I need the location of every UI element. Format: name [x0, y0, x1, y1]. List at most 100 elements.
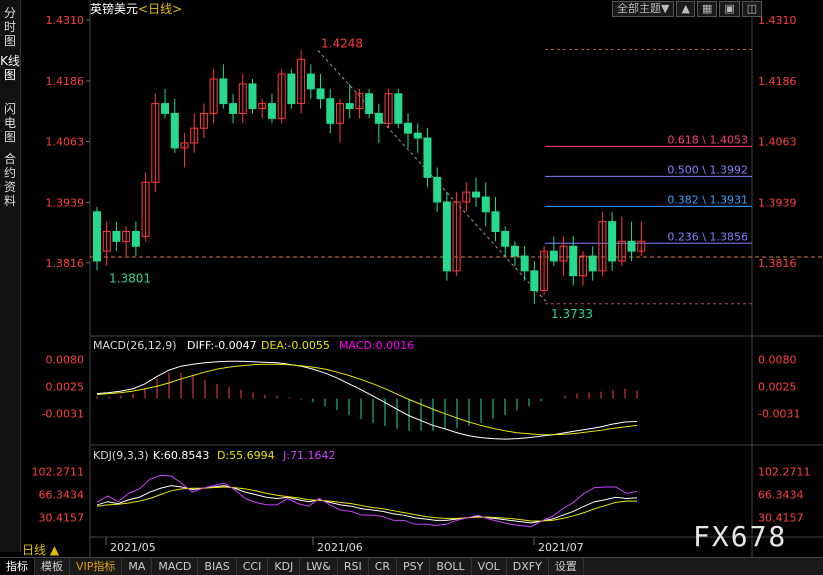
indicator-tab-11[interactable]: PSY [397, 558, 431, 575]
indicator-tab-10[interactable]: CR [369, 558, 398, 575]
high-label: 1.4248 [321, 36, 363, 50]
macd-dea-label: DEA:-0.0055 [261, 339, 330, 352]
candle-body [520, 255, 529, 272]
candle-body [569, 245, 578, 277]
window-icon[interactable]: ▣ [719, 1, 740, 17]
fib-label: 0.382 \ 1.3931 [667, 193, 748, 206]
macd-title: MACD(26,12,9) [93, 339, 177, 352]
date-tick: 2021/05 [110, 541, 156, 554]
kdj-d-line [96, 486, 637, 522]
candle-body [170, 112, 179, 149]
indicator-tab-3[interactable]: MA [122, 558, 153, 575]
candle-body [267, 103, 276, 119]
candle-body [248, 83, 257, 110]
candle-body [365, 93, 374, 114]
macd-tick-right: 0.0080 [758, 353, 797, 366]
period-name: <日线> [138, 2, 183, 16]
date-tick: 2021/07 [538, 541, 584, 554]
trend-line [317, 50, 549, 305]
price-tick-left: 1.4063 [46, 135, 85, 148]
price-tick-left: 1.3939 [46, 196, 85, 209]
kdj-tick-left: 102.2711 [32, 465, 85, 478]
indicator-tab-2[interactable]: VIP指标 [70, 558, 123, 575]
kdj-d-label: D:55.6994 [217, 449, 275, 462]
indicator-tab-8[interactable]: LW& [300, 558, 338, 575]
candle-body [374, 112, 383, 124]
fib-label: 0.500 \ 1.3992 [667, 163, 748, 176]
indicator-tab-6[interactable]: CCI [237, 558, 269, 575]
candle-body [219, 78, 228, 105]
candle-body [501, 230, 510, 247]
indicator-tab-1[interactable]: 模板 [35, 558, 70, 575]
kdj-tick-left: 30.4157 [39, 511, 85, 524]
low-label: 1.3733 [551, 307, 593, 321]
candle-body [394, 93, 403, 124]
candle-body [549, 250, 558, 262]
kdj-k-line [96, 485, 638, 524]
candle-body [404, 122, 413, 134]
price-tick-left: 1.4186 [46, 75, 85, 88]
candle-body [433, 176, 442, 203]
candle-body [93, 211, 101, 262]
indicator-tab-4[interactable]: MACD [152, 558, 199, 575]
candle-body [413, 132, 422, 139]
indicator-tab-7[interactable]: KDJ [268, 558, 301, 575]
indicator-tab-0[interactable]: 指标 [0, 558, 35, 575]
indicator-tab-bar: 指标 模板 VIP指标 MA MACD BIAS CCI KDJ LW& RSI CR PSY BOLL… [0, 557, 823, 575]
candle-body [131, 230, 140, 247]
fib-label: 0.236 \ 1.3856 [667, 230, 748, 243]
macd-diff-line [96, 360, 638, 440]
indicator-tab-5[interactable]: BIAS [198, 558, 237, 575]
indicator-tab-14[interactable]: DXFY [507, 558, 549, 575]
zoom-in-icon[interactable]: ▲ [676, 1, 695, 17]
candle-body [326, 98, 335, 124]
candle-body [423, 137, 432, 178]
indicator-tab-13[interactable]: VOL [472, 558, 507, 575]
candle-body [491, 211, 500, 232]
macd-tick-left: 0.0025 [46, 380, 85, 393]
toolbar: 全部主题▼ ▲ ▦ ▣ ◫ [612, 1, 763, 17]
price-tick-left: 1.4310 [46, 14, 85, 27]
theme-select[interactable]: 全部主题▼ [612, 1, 675, 17]
price-tick-right: 1.4186 [758, 75, 797, 88]
date-tick: 2021/06 [317, 541, 363, 554]
candle-body [442, 201, 451, 272]
start-low-label: 1.3801 [109, 271, 151, 285]
candle-body [306, 73, 315, 90]
candle-body [481, 196, 490, 213]
restore-icon[interactable]: ◫ [741, 1, 763, 17]
grid-icon[interactable]: ▦ [696, 1, 718, 17]
macd-diff-label: DIFF:-0.0047 [187, 339, 257, 352]
price-tick-right: 1.3816 [758, 257, 797, 270]
price-tick-left: 1.3816 [46, 257, 85, 270]
candle-body [112, 230, 121, 242]
macd-value-label: MACD:0.0016 [339, 339, 414, 352]
candle-body [472, 191, 481, 198]
watermark: FX678 [693, 520, 788, 553]
price-tick-right: 1.4063 [758, 135, 797, 148]
price-tick-right: 1.4310 [758, 14, 797, 27]
candle-body [287, 73, 296, 105]
candle-body [608, 221, 617, 262]
macd-tick-right: 0.0025 [758, 380, 797, 393]
period-selector[interactable]: 日线 ▲ [22, 541, 59, 558]
macd-dea-line [96, 363, 638, 436]
candle-body [316, 88, 325, 100]
candle-body [161, 103, 170, 114]
indicator-tab-15[interactable]: 设置 [549, 558, 584, 575]
macd-tick-right: -0.0031 [758, 408, 800, 421]
indicator-tab-12[interactable]: BOLL [430, 558, 472, 575]
symbol-name: 英镑美元 [90, 2, 139, 16]
chart-canvas[interactable]: 1.4310 1.4310 1.4186 1.4186 1.4063 1.4063 1.39… [0, 0, 823, 557]
candle-body [588, 255, 597, 272]
candle-body [345, 103, 354, 110]
kdj-tick-right: 102.2711 [758, 465, 811, 478]
fib-label: 0.618 \ 1.4053 [667, 133, 748, 146]
candle-body [530, 270, 539, 291]
kdj-tick-left: 66.3434 [39, 488, 85, 501]
indicator-tab-9[interactable]: RSI [338, 558, 369, 575]
chart-title: 英镑美元<日线> [90, 0, 182, 18]
kdj-k-label: K:60.8543 [153, 449, 209, 462]
candle-body [627, 240, 636, 252]
price-tick-right: 1.3939 [758, 196, 797, 209]
